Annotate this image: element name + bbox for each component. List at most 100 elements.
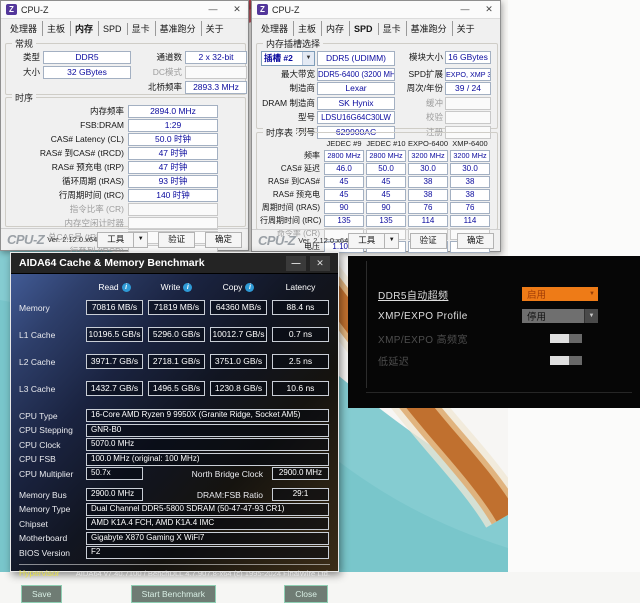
low-latency-toggle[interactable] <box>550 356 582 365</box>
multiplier-value: 50.7x <box>86 467 143 480</box>
copy-header: Copy <box>223 282 243 292</box>
table-cell: 38 <box>450 189 490 201</box>
bios-memory-settings-panel: DDR5自动超频 启用 ▼ XMP/EXPO Profile 停用 ▼ XMP/… <box>348 256 640 408</box>
timing-label: 行周期时间 (tRC) <box>8 189 124 202</box>
info-row: Chipset AMD K1A.4 FCH, AMD K1A.4 IMC <box>19 517 330 530</box>
group-caption: 时序 <box>12 91 36 104</box>
version-text: Ver. 2.12.0.x64 <box>298 236 348 245</box>
tools-button[interactable]: 工具 <box>97 232 134 248</box>
row-label: CPU Type <box>19 411 81 421</box>
table-cell: 45 <box>324 176 364 188</box>
slot-row-label: 校验 <box>397 111 443 124</box>
window-title: AIDA64 Cache & Memory Benchmark <box>19 257 205 269</box>
slot-row-value: SK Hynix <box>317 97 395 110</box>
tab-cpu[interactable]: 处理器 <box>257 21 294 36</box>
tab-bar: 处理器 主板 内存 SPD 显卡 基准跑分 关于 <box>1 19 248 38</box>
bench-cell: 3751.0 GB/s <box>210 354 267 369</box>
slot-row-label: DRAM 制造商 <box>261 97 315 110</box>
table-cell: 45 <box>366 176 406 188</box>
close-icon[interactable]: ✕ <box>483 4 495 15</box>
slot-row-label: SPD扩展 <box>397 68 443 81</box>
timing-label: CAS# Latency (CL) <box>8 133 124 146</box>
dc-mode-label: DC模式 <box>134 66 182 79</box>
column-header: XMP-6400 <box>450 139 490 149</box>
ok-button[interactable]: 确定 <box>205 232 242 248</box>
tab-spd[interactable]: SPD <box>350 23 379 35</box>
cpuz-logo: CPU-Z <box>7 232 44 247</box>
latency-header: Latency <box>286 282 316 292</box>
tab-memory[interactable]: 内存 <box>71 21 99 36</box>
bench-row-l3: L3 Cache 1432.7 GB/s 1496.5 GB/s 1230.8 … <box>19 381 330 396</box>
nb-freq-value: 2893.3 MHz <box>185 81 247 94</box>
start-benchmark-button[interactable]: Start Benchmark <box>131 585 216 603</box>
tab-about[interactable]: 关于 <box>453 21 480 36</box>
bench-cell: 70816 MB/s <box>86 300 143 315</box>
bench-cell: 1432.7 GB/s <box>86 381 143 396</box>
info-icon[interactable]: i <box>245 283 254 292</box>
info-icon[interactable]: i <box>183 283 192 292</box>
title-bar[interactable]: Z CPU-Z — ✕ <box>1 1 248 19</box>
save-button[interactable]: Save <box>21 585 62 603</box>
footer-bar: CPU-Z Ver. 2.12.0.x64 工具 ▼ 验证 确定 <box>252 229 500 251</box>
hypervisor-row: Hypervisor AIDA64 v7.40.7100 / BenchDLL … <box>19 568 330 578</box>
xmp-expo-profile-select[interactable]: 停用 ▼ <box>522 309 598 323</box>
slot-row-value: EXPO, XMP 3.0 <box>445 68 491 81</box>
xmp-expo-profile-value: 停用 <box>522 309 546 323</box>
close-button[interactable]: Close <box>284 585 328 603</box>
tab-bench[interactable]: 基准跑分 <box>407 21 453 36</box>
title-bar[interactable]: Z CPU-Z — ✕ <box>252 1 500 19</box>
tab-about[interactable]: 关于 <box>202 21 229 36</box>
bench-cell: 0.7 ns <box>272 327 329 342</box>
table-cell: 114 <box>450 215 490 227</box>
tools-button[interactable]: 工具 <box>348 233 385 249</box>
table-cell: 90 <box>324 202 364 214</box>
tab-bench[interactable]: 基准跑分 <box>156 21 202 36</box>
tab-graphics[interactable]: 显卡 <box>128 21 156 36</box>
info-value: 100.0 MHz (original: 100 MHz) <box>86 453 329 466</box>
close-icon[interactable]: ✕ <box>310 256 330 271</box>
table-cell: 76 <box>408 202 448 214</box>
slot-combobox[interactable]: 插槽 #2 ▼ <box>261 51 315 66</box>
info-row: CPU Type 16-Core AMD Ryzen 9 9950X (Gran… <box>19 409 330 422</box>
tab-mainboard[interactable]: 主板 <box>294 21 322 36</box>
bench-cell: 88.4 ns <box>272 300 329 315</box>
tab-cpu[interactable]: 处理器 <box>6 21 43 36</box>
validate-button[interactable]: 验证 <box>410 233 447 249</box>
type-value: DDR5 <box>43 51 131 64</box>
nb-freq-label: 北桥频率 <box>134 81 182 94</box>
tab-spd[interactable]: SPD <box>99 23 128 35</box>
close-icon[interactable]: ✕ <box>231 4 243 15</box>
info-row: CPU Stepping GNR-B0 <box>19 424 330 437</box>
minimize-icon[interactable]: — <box>459 4 471 15</box>
table-cell: 46.0 <box>324 163 364 175</box>
validate-button[interactable]: 验证 <box>158 232 195 248</box>
ok-button[interactable]: 确定 <box>457 233 494 249</box>
info-value: GNR-B0 <box>86 424 329 437</box>
bench-cell: 1496.5 GB/s <box>148 381 205 396</box>
table-cell: 38 <box>450 176 490 188</box>
tools-dropdown-icon[interactable]: ▼ <box>134 232 148 248</box>
info-row: BIOS Version F2 <box>19 546 330 559</box>
tools-dropdown-icon[interactable]: ▼ <box>385 233 399 249</box>
info-icon[interactable]: i <box>122 283 131 292</box>
ddr5-auto-oc-value: 启用 <box>522 287 546 301</box>
button-bar: Save Start Benchmark Close <box>19 585 330 603</box>
ddr5-auto-oc-select[interactable]: 启用 ▼ <box>522 287 598 301</box>
minimize-icon[interactable]: — <box>207 4 219 15</box>
cpuz-app-icon: Z <box>257 4 268 15</box>
high-bandwidth-toggle[interactable] <box>550 334 582 343</box>
minimize-icon[interactable]: — <box>286 256 306 271</box>
row-label: L1 Cache <box>19 330 81 340</box>
chevron-down-icon[interactable]: ▼ <box>302 52 314 65</box>
bench-row-memory: Memory 70816 MB/s 71819 MB/s 64360 MB/s … <box>19 300 330 315</box>
tab-mainboard[interactable]: 主板 <box>43 21 71 36</box>
tab-graphics[interactable]: 显卡 <box>379 21 407 36</box>
row-label: CPU Multiplier <box>19 469 81 479</box>
timing-value: 2894.0 MHz <box>128 105 218 118</box>
size-value: 32 GBytes <box>43 66 131 79</box>
title-bar[interactable]: AIDA64 Cache & Memory Benchmark — ✕ <box>11 253 338 274</box>
tab-memory[interactable]: 内存 <box>322 21 350 36</box>
table-cell: 3200 MHz <box>450 150 490 162</box>
table-cell: 45 <box>366 189 406 201</box>
row-label: Motherboard <box>19 533 81 543</box>
